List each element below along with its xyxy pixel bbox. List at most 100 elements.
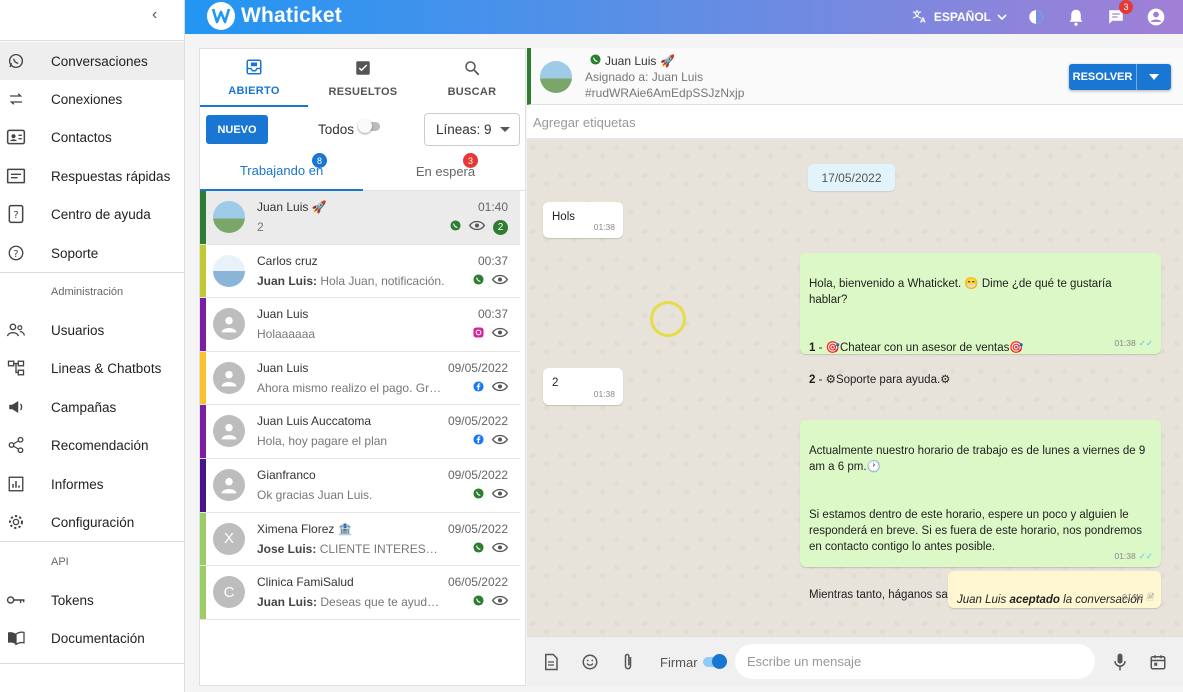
sidebar-item-informes[interactable]: Informes (0, 465, 184, 503)
ticket-row[interactable]: Gianfranco 09/05/2022 Ok gracias Juan Lu… (200, 458, 520, 513)
eye-icon[interactable] (491, 593, 509, 611)
line-color-bar (200, 298, 206, 351)
attach-icon[interactable] (617, 651, 639, 673)
sidebar-item-lineas-chatbots[interactable]: Lineas & Chatbots (0, 349, 184, 387)
language-label: ESPAÑOL (933, 10, 991, 24)
default-avatar-icon (213, 468, 245, 501)
sidebar-item-contactos[interactable]: Contactos (0, 118, 184, 156)
sidebar-item-conversaciones[interactable]: Conversaciones (0, 42, 184, 80)
line-color-bar (200, 244, 206, 298)
section-heading-admin: Administración (51, 286, 124, 298)
unread-badge: 2 (493, 219, 508, 235)
tab-buscar[interactable]: BUSCAR (418, 49, 526, 107)
system-note: Juan Luis aceptado la conversación 01:40… (948, 571, 1161, 608)
calendar-icon[interactable] (1147, 651, 1169, 673)
new-ticket-button[interactable]: NUEVO (206, 115, 268, 144)
eye-icon[interactable] (491, 272, 509, 290)
divider (0, 541, 185, 542)
account-icon[interactable] (1145, 6, 1167, 28)
ticket-row[interactable]: Carlos cruz 00:37 Juan Luis: Hola Juan, … (200, 244, 520, 299)
eye-icon[interactable] (491, 432, 509, 450)
ticket-row[interactable]: Juan Luis Auccatoma 09/05/2022 Hola, hoy… (200, 405, 520, 459)
schedule-text: Actualmente nuestro horario de trabajo e… (809, 445, 1146, 473)
chat-notifications-icon[interactable]: 3 (1105, 0, 1133, 28)
check-box-icon (354, 59, 372, 80)
tab-en-espera[interactable]: En espera 3 (364, 151, 527, 191)
message-input[interactable] (735, 644, 1095, 679)
sign-toggle[interactable] (703, 654, 727, 669)
quick-messages-icon[interactable] (540, 651, 562, 673)
language-selector[interactable]: 文A ESPAÑOL (912, 8, 1007, 27)
ticket-tabs: ABIERTO RESUELTOS BUSCAR (200, 49, 527, 107)
sidebar-item-tokens[interactable]: Tokens (0, 581, 184, 619)
brand-logo[interactable]: Whaticket (207, 2, 342, 30)
whatsapp-icon (473, 540, 484, 558)
message-time: 01:38 ✓✓ (1114, 548, 1153, 564)
ticket-row[interactable]: C Clinica FamiSalud 06/05/2022 Juan Luis… (200, 566, 520, 620)
tab-abierto[interactable]: ABIERTO (200, 49, 308, 107)
chevron-down-icon (997, 10, 1007, 24)
eye-icon[interactable] (491, 486, 509, 504)
ticket-contact-name: Juan Luis (257, 360, 309, 375)
tab-trabajando-en[interactable]: Trabajando en 8 (200, 151, 363, 191)
ticket-row[interactable]: X Ximena Florez 🏦 09/05/2022 Jose Luis: … (200, 512, 520, 567)
tags-input[interactable]: Agregar etiquetas (527, 105, 1183, 139)
ticket-contact-name: Juan Luis 🚀 (257, 200, 327, 214)
contact-card-icon (6, 127, 26, 147)
contact-name-row[interactable]: Juan Luis 🚀 (590, 54, 675, 68)
tab-label: BUSCAR (447, 85, 497, 98)
chat-panel: Juan Luis 🚀 Asignado a: Juan Luis #rudWR… (527, 48, 1183, 686)
sidebar-item-respuestas-rapidas[interactable]: Respuestas rápidas (0, 157, 184, 195)
whatsapp-icon (590, 54, 601, 68)
sidebar-item-configuracion[interactable]: Configuración (0, 503, 184, 541)
emoji-icon[interactable] (579, 651, 601, 673)
contact-avatar[interactable] (540, 61, 572, 93)
sidebar-item-recomendacion[interactable]: Recomendación (0, 426, 184, 464)
ticket-contact-name: Gianfranco (257, 467, 316, 482)
facebook-icon (473, 432, 484, 450)
help-center-icon: ? (6, 204, 26, 224)
eye-icon[interactable] (491, 325, 509, 343)
sidebar-item-campanas[interactable]: Campañas (0, 388, 184, 426)
tab-resueltos[interactable]: RESUELTOS (309, 49, 417, 107)
sidebar-item-conexiones[interactable]: Conexiones (0, 80, 184, 118)
sidebar-item-label: Documentación (51, 630, 145, 646)
resolve-label: RESOLVER (1069, 64, 1137, 90)
ticket-row[interactable]: Juan Luis 09/05/2022 Ahora mismo realizo… (200, 351, 520, 406)
sidebar-item-centro-de-ayuda[interactable]: ? Centro de ayuda (0, 195, 184, 233)
brand-name: Whaticket (241, 4, 342, 27)
message-time: 01:38 (593, 389, 615, 399)
default-avatar-icon (213, 415, 245, 448)
theme-toggle-icon[interactable] (1025, 6, 1047, 28)
bell-icon[interactable] (1065, 6, 1087, 28)
sidebar-item-soporte[interactable]: ? Soporte (0, 234, 184, 272)
whatsapp-icon (6, 51, 26, 71)
todos-toggle[interactable] (358, 119, 380, 133)
sidebar-item-label: Lineas & Chatbots (51, 360, 162, 376)
ticket-row[interactable]: Juan Luis 00:37 Holaaaaaa (200, 298, 520, 352)
message-incoming: 2 01:38 (543, 368, 623, 405)
eye-icon[interactable] (468, 218, 486, 236)
notification-badge: 3 (1119, 0, 1133, 14)
whatsapp-icon (450, 218, 461, 236)
eye-icon[interactable] (491, 540, 509, 558)
ticket-row[interactable]: Juan Luis 🚀 01:40 2 2 (200, 191, 520, 245)
sidebar-item-label: Usuarios (51, 322, 105, 338)
eye-icon[interactable] (491, 379, 509, 397)
sidebar-item-documentacion[interactable]: Documentación (0, 619, 184, 657)
ticket-contact-name: Carlos cruz (257, 253, 318, 268)
resolve-button[interactable]: RESOLVER (1069, 64, 1171, 90)
todos-label: Todos (318, 122, 355, 137)
chevron-left-icon[interactable]: ‹ (152, 6, 157, 24)
microphone-icon[interactable] (1109, 651, 1131, 673)
rocket-emoji: 🚀 (660, 54, 676, 68)
sidebar-item-usuarios[interactable]: Usuarios (0, 311, 184, 349)
lines-select[interactable]: Líneas: 9 (424, 113, 520, 146)
contact-avatar: X (213, 522, 245, 555)
facebook-icon (473, 379, 484, 397)
count-badge: 8 (312, 153, 327, 168)
cursor-highlight (650, 301, 686, 337)
caret-down-icon[interactable] (1137, 74, 1171, 80)
ticket-last-message: Ok gracias Juan Luis. (257, 487, 373, 502)
svg-text:A: A (920, 15, 926, 23)
